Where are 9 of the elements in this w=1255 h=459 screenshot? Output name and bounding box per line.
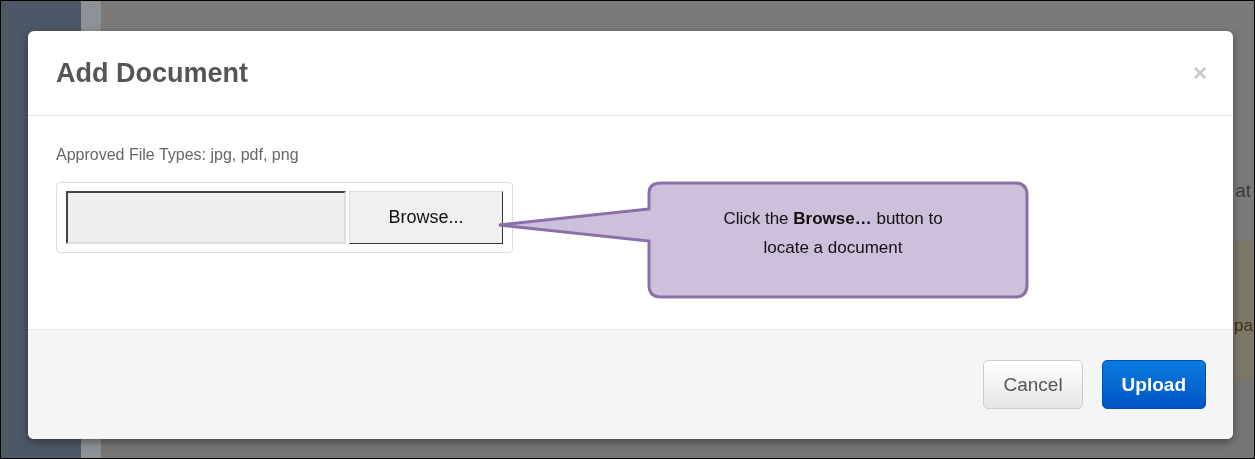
- upload-button[interactable]: Upload: [1101, 360, 1206, 409]
- page-text: at: [1235, 180, 1251, 202]
- cancel-button[interactable]: Cancel: [983, 360, 1083, 409]
- dialog-title: Add Document: [56, 57, 248, 89]
- callout-text: Click the Browse… button to locate a document: [722, 208, 944, 259]
- file-types-label: Approved File Types: jpg, pdf, png: [56, 146, 300, 164]
- browse-button[interactable]: Browse...: [349, 191, 503, 244]
- page-text: pa: [1234, 316, 1253, 336]
- file-path-field[interactable]: [66, 191, 346, 244]
